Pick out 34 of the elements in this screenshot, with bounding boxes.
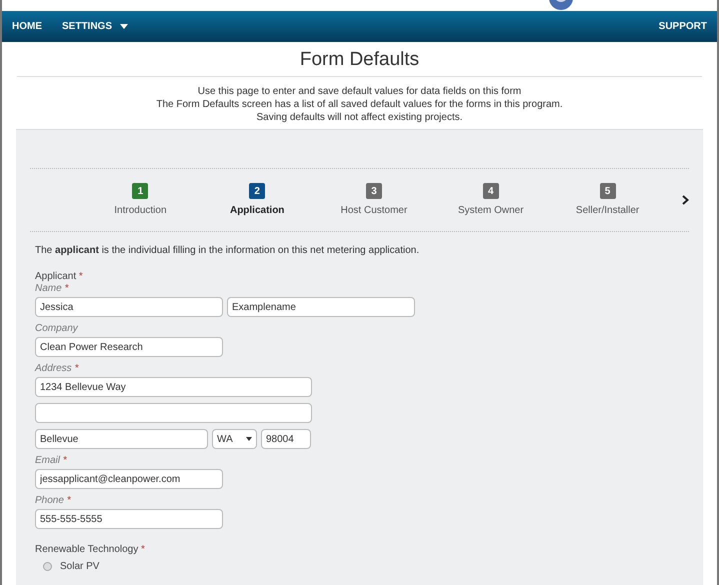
intro-text: Use this page to enter and save default values for data fields on this form xyxy=(196,85,522,98)
field-label: Phone * xyxy=(35,495,72,507)
intro-text: The Form Defaults screen has a list of all saved default values for the forms in this program. xyxy=(155,98,564,111)
caret-icon xyxy=(120,24,128,29)
input-field[interactable]: Clean Power Research xyxy=(35,337,223,357)
field-label: Name * xyxy=(35,283,70,295)
state-dropdown[interactable]: WA xyxy=(212,429,257,449)
support-link[interactable]: SUPPORT xyxy=(658,19,707,34)
input-field[interactable]: jessapplicant@cleanpower.com xyxy=(35,469,223,489)
step-tab[interactable]: 3 Host Customer xyxy=(316,183,432,218)
nav-link[interactable]: HOME xyxy=(12,19,54,34)
input-field[interactable]: 98004 xyxy=(261,429,311,449)
section-label: Applicant * xyxy=(35,270,84,283)
field-label: Email * xyxy=(35,455,68,467)
input-field[interactable]: Examplename xyxy=(227,297,415,317)
step-tab[interactable]: 2 Application xyxy=(198,183,316,218)
input-field[interactable]: Bellevue xyxy=(35,429,208,449)
description-text: The applicant is the individual filling in the information on this net metering application. xyxy=(35,244,420,258)
radio-button[interactable] xyxy=(43,562,52,571)
radio-option[interactable]: Solar PV xyxy=(43,560,689,573)
field-label: Company xyxy=(35,323,80,335)
settings-dropdown[interactable]: SETTINGS xyxy=(62,19,140,34)
step-tab[interactable]: 4 System Owner xyxy=(432,183,550,218)
input-field[interactable]: Jessica xyxy=(35,297,223,317)
input-field[interactable]: 1234 Bellevue Way xyxy=(35,377,312,397)
step-tab[interactable]: 5 Seller/Installer xyxy=(549,183,666,218)
input-field[interactable]: 555-555-5555 xyxy=(35,509,223,529)
field-label: Address * xyxy=(35,363,80,375)
step-tab[interactable]: 1 Introduction xyxy=(82,183,199,218)
caret-icon xyxy=(246,437,252,441)
field-label: Renewable Technology * xyxy=(35,543,146,556)
page-title: Form Defaults xyxy=(298,48,420,72)
intro-text: Saving defaults will not affect existing projects. xyxy=(255,111,464,124)
input-field[interactable] xyxy=(35,403,312,423)
